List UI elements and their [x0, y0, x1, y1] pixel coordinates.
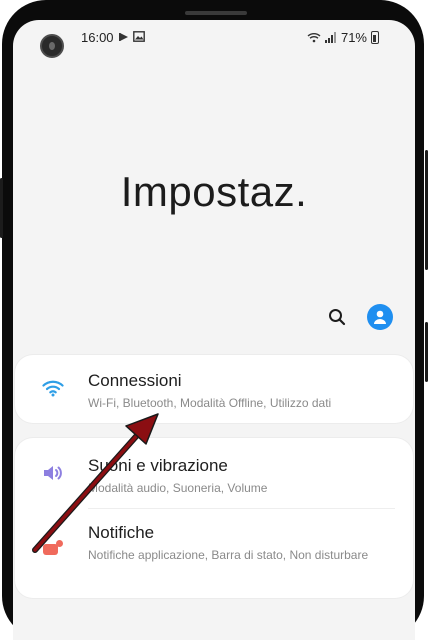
search-icon[interactable]	[325, 305, 349, 329]
header-actions	[325, 304, 393, 330]
side-button-left	[0, 178, 3, 238]
status-icons-left	[119, 31, 145, 42]
profile-avatar-icon[interactable]	[367, 304, 393, 330]
settings-item-connessioni[interactable]: Connessioni Wi-Fi, Bluetooth, Modalità O…	[15, 355, 413, 423]
volume-icon	[42, 462, 64, 484]
gallery-icon	[133, 31, 145, 42]
play-icon	[119, 32, 128, 41]
settings-item-label: Connessioni	[88, 371, 182, 390]
battery-percent: 71%	[340, 30, 367, 45]
settings-card-sounds-notifications: Suoni e vibrazione Modalità audio, Suone…	[15, 438, 413, 598]
settings-item-subtitle: Wi-Fi, Bluetooth, Modalità Offline, Util…	[88, 396, 332, 410]
battery-icon	[371, 31, 379, 44]
settings-item-suoni-e-vibrazione[interactable]: Suoni e vibrazione Modalità audio, Suone…	[15, 438, 413, 508]
earpiece-speaker	[185, 11, 247, 15]
settings-card-connections: Connessioni Wi-Fi, Bluetooth, Modalità O…	[15, 355, 413, 423]
settings-screen: 16:00 71% Impostaz. Connessioni Wi-Fi, B…	[13, 20, 415, 640]
wifi-icon	[42, 377, 64, 399]
settings-item-label: Suoni e vibrazione	[88, 456, 228, 475]
settings-item-label: Notifiche	[88, 523, 155, 542]
wifi-status-icon	[307, 33, 321, 43]
signal-icon	[324, 32, 336, 43]
settings-item-notifiche[interactable]: Notifiche Notifiche applicazione, Barra …	[15, 509, 413, 598]
notification-icon	[42, 537, 64, 559]
status-time: 16:00	[81, 30, 114, 45]
settings-item-subtitle: Modalità audio, Suoneria, Volume	[88, 481, 268, 495]
page-title: Impostaz.	[120, 168, 308, 215]
front-camera	[40, 34, 64, 58]
status-icons-right: 71%	[307, 30, 379, 45]
settings-item-subtitle: Notifiche applicazione, Barra di stato, …	[88, 548, 369, 562]
